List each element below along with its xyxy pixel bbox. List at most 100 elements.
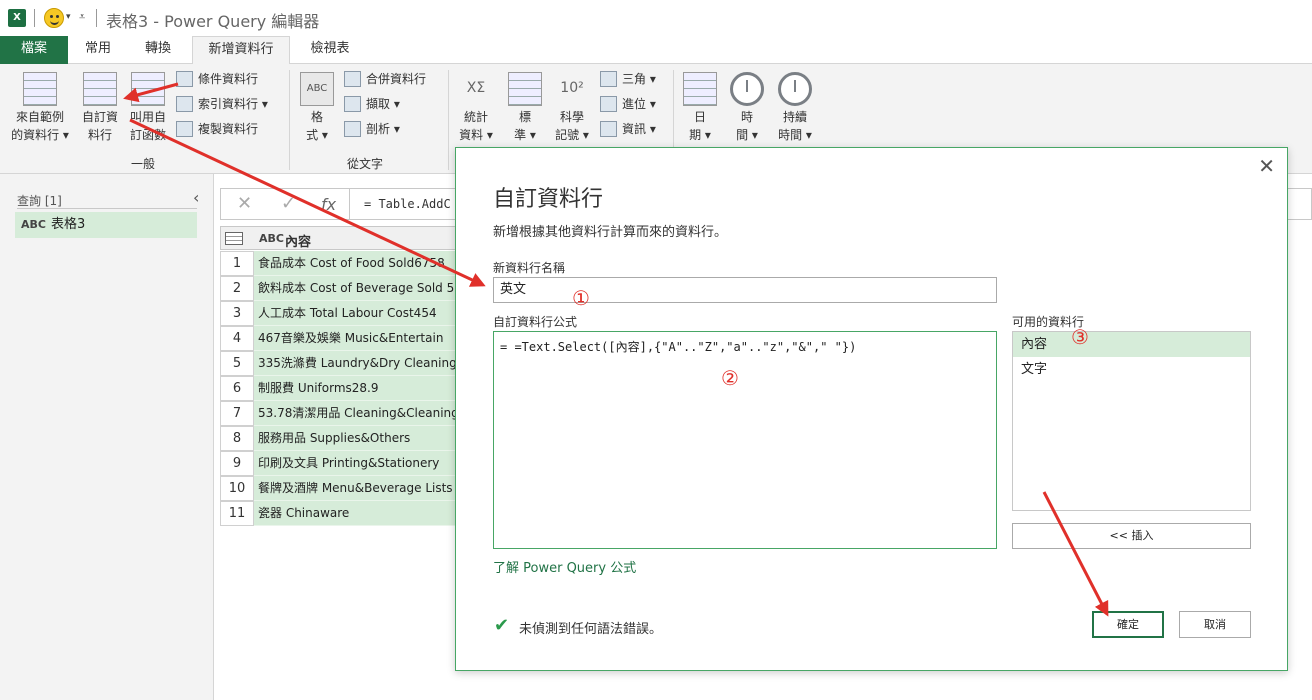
table-row[interactable]: 11 瓷器 Chinaware xyxy=(220,501,460,526)
formula-label: 自訂資料行公式 xyxy=(493,315,578,329)
confirm-formula-icon[interactable]: ✓ xyxy=(281,193,296,214)
new-column-name-label: 新資料行名稱 xyxy=(493,261,566,275)
duplicate-column-button[interactable]: 複製資料行 xyxy=(176,118,258,140)
annotation-circle-2: ② xyxy=(721,366,739,390)
table-cell[interactable]: 印刷及文具 Printing&Stationery xyxy=(254,451,460,476)
table-row[interactable]: 8 服務用品 Supplies&Others xyxy=(220,426,460,451)
information-icon xyxy=(600,121,617,137)
tab-add-column[interactable]: 新增資料行 xyxy=(192,36,290,65)
table-row[interactable]: 4 467音樂及娛樂 Music&Entertain xyxy=(220,326,460,351)
text-type-icon: ABC xyxy=(259,232,284,245)
custom-column-button[interactable]: 自訂資 料行 xyxy=(76,72,124,144)
list-item[interactable]: 文字 xyxy=(1013,357,1250,382)
ok-button[interactable]: 確定 xyxy=(1092,611,1164,638)
table-row[interactable]: 2 飲料成本 Cost of Beverage Sold 5 xyxy=(220,276,460,301)
table-cell[interactable]: 467音樂及娛樂 Music&Entertain xyxy=(254,326,460,351)
syntax-status: 未偵測到任何語法錯誤。 xyxy=(519,622,663,637)
feedback-smiley-icon[interactable] xyxy=(44,8,64,28)
cancel-button[interactable]: 取消 xyxy=(1179,611,1251,638)
scientific-icon: 10² xyxy=(555,72,589,106)
index-column-button[interactable]: 索引資料行 ▾ xyxy=(176,93,268,115)
table-row[interactable]: 1 食品成本 Cost of Food Sold6758 xyxy=(220,251,460,276)
column-header[interactable]: ABC 內容 xyxy=(220,226,460,250)
invoke-custom-function-button[interactable]: 叫用自 訂函數 xyxy=(124,72,172,144)
rounding-button[interactable]: 進位 ▾ xyxy=(600,93,656,115)
queries-pane: 查詢 [1] ‹ ABC 表格3 xyxy=(0,174,214,700)
divider xyxy=(96,9,97,27)
text-type-icon: ABC xyxy=(21,218,46,231)
group-label-from-text: 從文字 xyxy=(347,157,384,171)
stopwatch-icon xyxy=(778,72,812,106)
tab-file[interactable]: 檔案 xyxy=(0,36,68,64)
collapse-pane-icon[interactable]: ‹ xyxy=(193,188,199,207)
tab-home[interactable]: 常用 xyxy=(72,36,124,64)
annotation-circle-1: ① xyxy=(572,286,590,310)
table-cell[interactable]: 飲料成本 Cost of Beverage Sold 5 xyxy=(254,276,460,301)
row-number: 10 xyxy=(220,476,254,501)
table-row[interactable]: 6 制服費 Uniforms28.9 xyxy=(220,376,460,401)
index-column-icon xyxy=(176,96,193,112)
tab-transform[interactable]: 轉換 xyxy=(130,36,186,64)
information-button[interactable]: 資訊 ▾ xyxy=(600,118,656,140)
table-row[interactable]: 3 人工成本 Total Labour Cost454 xyxy=(220,301,460,326)
query-item[interactable]: ABC 表格3 xyxy=(15,212,197,238)
trigonometry-button[interactable]: 三角 ▾ xyxy=(600,68,656,90)
table-cell[interactable]: 53.78清潔用品 Cleaning&Cleaning xyxy=(254,401,460,426)
table-cell[interactable]: 制服費 Uniforms28.9 xyxy=(254,376,460,401)
extract-icon xyxy=(344,96,361,112)
table-cell[interactable]: 食品成本 Cost of Food Sold6758 xyxy=(254,251,460,276)
cancel-formula-icon[interactable]: ✕ xyxy=(237,193,252,214)
divider xyxy=(448,70,449,170)
table-cell[interactable]: 餐牌及酒牌 Menu&Beverage Lists xyxy=(254,476,460,501)
table-row[interactable]: 10 餐牌及酒牌 Menu&Beverage Lists xyxy=(220,476,460,501)
window-title: 表格3 - Power Query 編輯器 xyxy=(106,12,320,31)
date-button[interactable]: 日 期 ▾ xyxy=(680,72,720,144)
rounding-icon xyxy=(600,96,617,112)
scientific-button[interactable]: 10² 科學 記號 ▾ xyxy=(548,72,596,144)
divider xyxy=(34,9,35,27)
extract-button[interactable]: 擷取 ▾ xyxy=(344,93,400,115)
insert-button[interactable]: << 插入 xyxy=(1012,523,1251,549)
function-icon xyxy=(131,72,165,106)
duration-button[interactable]: 持續 時間 ▾ xyxy=(772,72,818,144)
fx-icon[interactable]: fx xyxy=(321,195,336,214)
table-cell[interactable]: 服務用品 Supplies&Others xyxy=(254,426,460,451)
formula-text[interactable]: = Table.AddC xyxy=(364,197,451,211)
table-cell[interactable]: 瓷器 Chinaware xyxy=(254,501,460,526)
dialog-description: 新增根據其他資料行計算而來的資料行。 xyxy=(493,225,728,240)
divider xyxy=(289,70,290,170)
table-cell[interactable]: 人工成本 Total Labour Cost454 xyxy=(254,301,460,326)
learn-formulas-link[interactable]: 了解 Power Query 公式 xyxy=(493,557,636,576)
tab-view[interactable]: 檢視表 xyxy=(296,36,364,64)
time-button[interactable]: 時 間 ▾ xyxy=(726,72,768,144)
close-icon[interactable]: ✕ xyxy=(1258,154,1275,178)
table-row[interactable]: 5 335洗滌費 Laundry&Dry Cleaning xyxy=(220,351,460,376)
conditional-column-button[interactable]: 條件資料行 xyxy=(176,68,258,90)
list-item[interactable]: 內容 xyxy=(1013,332,1250,357)
table-row[interactable]: 9 印刷及文具 Printing&Stationery xyxy=(220,451,460,476)
table-row[interactable]: 7 53.78清潔用品 Cleaning&Cleaning xyxy=(220,401,460,426)
chevron-down-icon[interactable]: ▾ xyxy=(66,12,71,22)
row-number: 4 xyxy=(220,326,254,351)
new-column-name-input[interactable]: 英文 xyxy=(493,277,997,303)
customize-toolbar-icon[interactable]: ⩡ xyxy=(79,10,85,24)
calendar-icon xyxy=(683,72,717,106)
format-abc-icon: ABC xyxy=(300,72,334,106)
standard-button[interactable]: 標 準 ▾ xyxy=(504,72,546,144)
ribbon-tabs: 檔案 常用 轉換 新增資料行 檢視表 xyxy=(0,36,1312,65)
merge-columns-button[interactable]: 合併資料行 xyxy=(344,68,426,90)
row-number: 6 xyxy=(220,376,254,401)
format-button[interactable]: ABC 格 式 ▾ xyxy=(296,72,338,144)
annotation-circle-3: ③ xyxy=(1071,325,1089,349)
row-number: 9 xyxy=(220,451,254,476)
divider xyxy=(17,208,197,209)
custom-formula-input[interactable]: = =Text.Select([內容],{"A".."Z","a".."z","… xyxy=(493,331,997,549)
column-from-examples-button[interactable]: 來自範例 的資料行 ▾ xyxy=(6,72,74,144)
statistics-button[interactable]: XΣ 統計 資料 ▾ xyxy=(452,72,500,144)
calculator-icon xyxy=(508,72,542,106)
row-number: 8 xyxy=(220,426,254,451)
row-number: 2 xyxy=(220,276,254,301)
parse-button[interactable]: 剖析 ▾ xyxy=(344,118,400,140)
table-menu-icon[interactable] xyxy=(225,232,243,245)
table-cell[interactable]: 335洗滌費 Laundry&Dry Cleaning xyxy=(254,351,460,376)
